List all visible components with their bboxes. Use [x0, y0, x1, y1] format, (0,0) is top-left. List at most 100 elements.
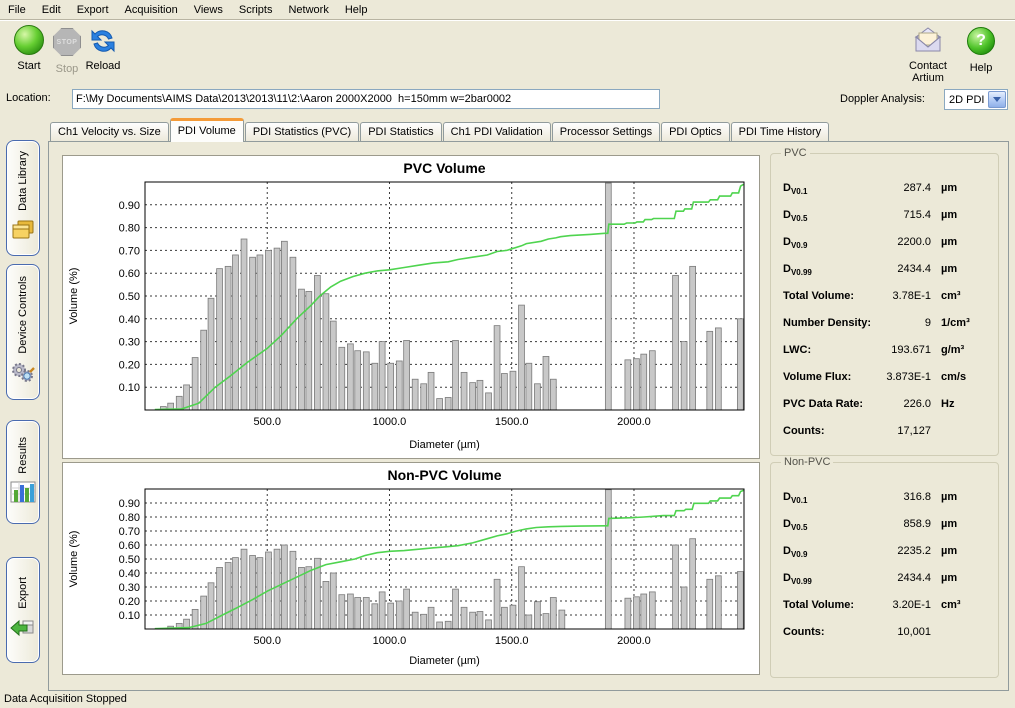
tab-pdi-time-history[interactable]: PDI Time History: [731, 122, 830, 141]
y-tick-label: 0.60: [119, 540, 140, 552]
stat-unit: µm: [941, 545, 957, 557]
x-tick-label: 1500.0: [495, 416, 529, 428]
non-pvc-groupbox-title: Non-PVC: [781, 456, 833, 468]
sidebar-item-label: Results: [17, 437, 29, 474]
y-tick-label: 0.60: [119, 268, 140, 280]
y-axis-label: Volume (%): [68, 531, 80, 588]
stat-unit: µm: [941, 572, 957, 584]
stat-unit: µm: [941, 209, 957, 221]
y-tick-label: 0.20: [119, 596, 140, 608]
tab-processor-settings[interactable]: Processor Settings: [552, 122, 660, 141]
app-window: FileEditExportAcquisitionViewsScriptsNet…: [0, 0, 1015, 708]
stat-unit: µm: [941, 491, 957, 503]
y-tick-label: 0.50: [119, 291, 140, 303]
stat-value: 9: [831, 317, 931, 329]
menu-item-export[interactable]: Export: [69, 2, 117, 18]
reload-button[interactable]: Reload: [76, 25, 130, 72]
barchart-icon: [10, 473, 36, 507]
x-axis-label: Diameter (µm): [409, 439, 480, 451]
stat-row: DV0.92200.0µm: [771, 230, 998, 257]
stat-unit: Hz: [941, 398, 954, 410]
menu-item-views[interactable]: Views: [186, 2, 231, 18]
stat-label-dv0-5: DV0.5: [783, 209, 807, 223]
y-tick-label: 0.40: [119, 314, 140, 326]
stat-unit: µm: [941, 236, 957, 248]
contact-artium-label: Contact Artium: [899, 60, 957, 84]
stat-label-dv0-9: DV0.9: [783, 545, 807, 559]
non-pvc-stats-groupbox: Non-PVC DV0.1316.8µmDV0.5858.9µmDV0.9223…: [770, 462, 999, 678]
x-tick-label: 1000.0: [373, 416, 407, 428]
menu-item-help[interactable]: Help: [337, 2, 376, 18]
sidebar-item-label: Export: [17, 577, 29, 609]
location-input[interactable]: [72, 89, 660, 109]
x-axis-label: Diameter (µm): [409, 655, 480, 667]
stat-label-dv0-9: DV0.9: [783, 236, 807, 250]
sidebar-item-export[interactable]: Export: [6, 557, 40, 663]
y-tick-label: 0.20: [119, 359, 140, 371]
tab-pdi-statistics-pvc[interactable]: PDI Statistics (PVC): [245, 122, 359, 141]
tab-ch1-velocity-vs-size[interactable]: Ch1 Velocity vs. Size: [50, 122, 169, 141]
envelope-icon: [912, 25, 944, 57]
pvc-stats-groupbox: PVC DV0.1287.4µmDV0.5715.4µmDV0.92200.0µ…: [770, 153, 999, 456]
menu-item-network[interactable]: Network: [280, 2, 336, 18]
tab-pdi-optics[interactable]: PDI Optics: [661, 122, 730, 141]
stat-label-dv0-99: DV0.99: [783, 263, 812, 277]
sidebar-item-data-library[interactable]: Data Library: [6, 140, 40, 256]
menu-item-file[interactable]: File: [0, 2, 34, 18]
stat-unit: cm/s: [941, 371, 966, 383]
sidebar-item-results[interactable]: Results: [6, 420, 40, 524]
sidebar-item-device-controls[interactable]: Device Controls: [6, 264, 40, 400]
sidebar-item-label: Data Library: [17, 151, 29, 211]
menu-item-acquisition[interactable]: Acquisition: [117, 2, 186, 18]
stat-row: LWC:193.671g/m³: [771, 338, 998, 365]
stat-row: Total Volume:3.20E-1cm³: [771, 593, 998, 620]
stat-value: 2235.2: [831, 545, 931, 557]
stat-value: 2434.4: [831, 263, 931, 275]
stat-row: PVC Data Rate:226.0Hz: [771, 392, 998, 419]
stat-unit: 1/cm³: [941, 317, 970, 329]
y-axis-label: Volume (%): [68, 268, 80, 325]
y-tick-label: 0.50: [119, 554, 140, 566]
stat-value: 3.873E-1: [831, 371, 931, 383]
y-tick-label: 0.90: [119, 200, 140, 212]
contact-artium-button[interactable]: Contact Artium: [899, 25, 957, 84]
chevron-down-icon[interactable]: [988, 91, 1006, 108]
y-tick-label: 0.40: [119, 568, 140, 580]
stat-value: 3.78E-1: [831, 290, 931, 302]
x-tick-label: 500.0: [253, 416, 281, 428]
x-tick-label: 2000.0: [617, 635, 651, 647]
x-tick-label: 1000.0: [373, 635, 407, 647]
menu-item-scripts[interactable]: Scripts: [231, 2, 281, 18]
menu-item-edit[interactable]: Edit: [34, 2, 69, 18]
chart-canvas: 0.100.200.300.400.500.600.700.800.90500.…: [63, 156, 757, 456]
tab-ch1-pdi-validation[interactable]: Ch1 PDI Validation: [443, 122, 551, 141]
sidebar-item-label: Device Controls: [17, 276, 29, 354]
tab-pdi-statistics[interactable]: PDI Statistics: [360, 122, 441, 141]
stat-row: Counts:17,127: [771, 419, 998, 446]
help-button[interactable]: ? Help: [961, 25, 1001, 74]
stat-unit: µm: [941, 182, 957, 194]
location-label: Location:: [6, 92, 51, 104]
stat-value: 17,127: [831, 425, 931, 437]
y-tick-label: 0.80: [119, 512, 140, 524]
location-row: Location: Doppler Analysis: 2D PDI: [0, 88, 1015, 110]
help-icon: ?: [965, 27, 997, 59]
stat-value: 715.4: [831, 209, 931, 221]
x-tick-label: 500.0: [253, 635, 281, 647]
stat-value: 287.4: [831, 182, 931, 194]
stat-label: LWC:: [783, 344, 811, 356]
non-pvc-volume-chart: 0.100.200.300.400.500.600.700.800.90500.…: [62, 462, 760, 675]
menu-bar: FileEditExportAcquisitionViewsScriptsNet…: [0, 0, 1015, 20]
stat-unit: µm: [941, 263, 957, 275]
pvc-stat-rows: DV0.1287.4µmDV0.5715.4µmDV0.92200.0µmDV0…: [771, 176, 998, 446]
pvc-groupbox-title: PVC: [781, 147, 810, 159]
stat-row: DV0.1 287.4 µm: [771, 176, 998, 203]
folders-icon: [10, 211, 36, 245]
tab-pdi-volume[interactable]: PDI Volume: [170, 118, 244, 142]
pvc-volume-chart: 0.100.200.300.400.500.600.700.800.90500.…: [62, 155, 760, 459]
stat-label-dv0-1: DV0.1: [783, 491, 807, 505]
stat-label-dv0-1: DV0.1: [783, 182, 807, 196]
doppler-analysis-select[interactable]: 2D PDI: [944, 89, 1008, 110]
stat-unit: cm³: [941, 599, 961, 611]
y-tick-label: 0.70: [119, 526, 140, 538]
